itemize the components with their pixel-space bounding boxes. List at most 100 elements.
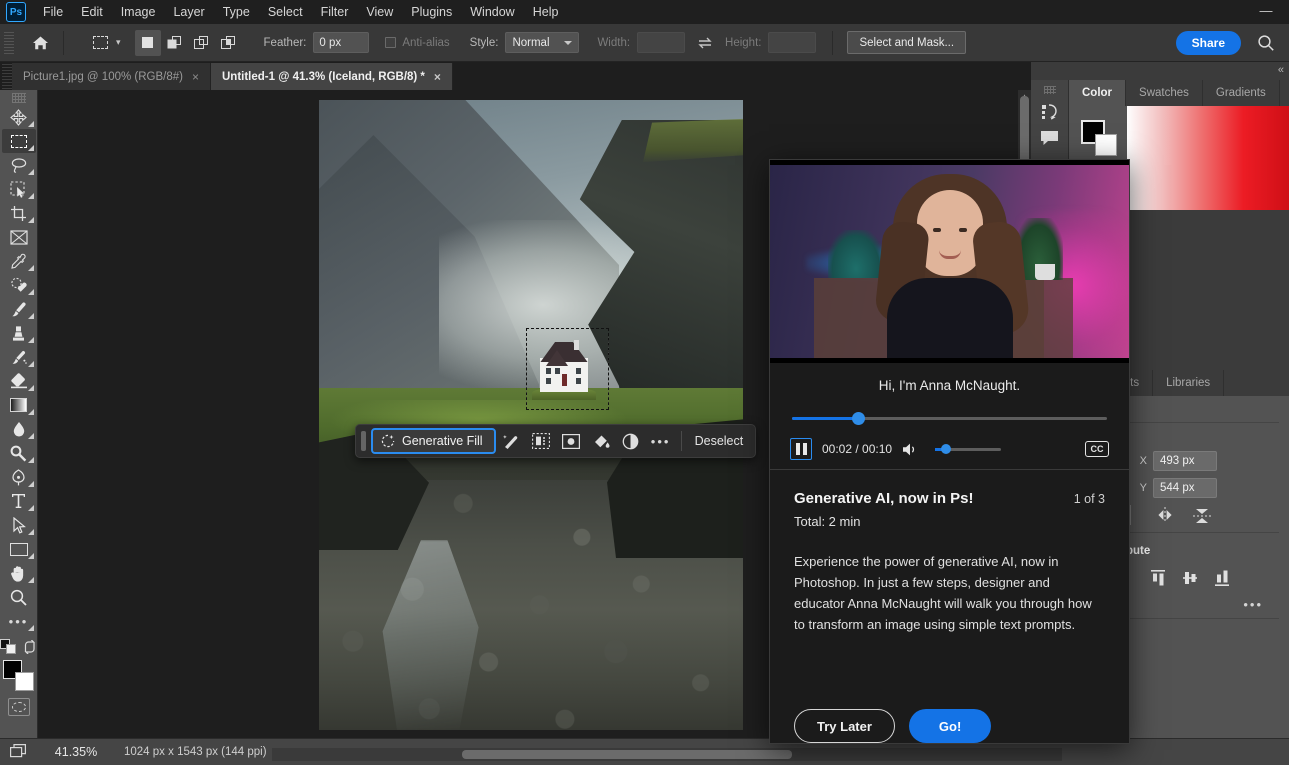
tab-swatches[interactable]: Swatches	[1126, 80, 1203, 106]
clone-stamp-tool[interactable]	[2, 321, 36, 345]
panel-background-swatch[interactable]	[1095, 134, 1117, 156]
rectangular-marquee-tool[interactable]	[2, 129, 36, 153]
scrollbar-thumb[interactable]	[462, 750, 792, 759]
collapse-panels-icon[interactable]: «	[1278, 64, 1283, 76]
pause-button[interactable]	[790, 438, 812, 460]
height-input[interactable]	[768, 32, 816, 53]
tool-preset-picker[interactable]: ▾	[88, 32, 121, 54]
progress-handle[interactable]	[852, 412, 865, 425]
tutorial-video-player[interactable]	[770, 160, 1129, 363]
document-canvas[interactable]	[319, 100, 743, 730]
menu-help[interactable]: Help	[524, 2, 568, 22]
fill-selection-icon[interactable]	[586, 428, 616, 454]
flip-vertical-icon[interactable]	[1193, 507, 1211, 524]
tools-panel-grip[interactable]	[12, 93, 26, 103]
deselect-button[interactable]: Deselect	[687, 434, 752, 448]
new-selection-button[interactable]	[135, 30, 161, 56]
swap-colors-icon[interactable]	[23, 640, 37, 654]
adjustment-layer-icon[interactable]	[616, 428, 646, 454]
search-icon[interactable]	[1257, 34, 1275, 52]
menu-file[interactable]: File	[34, 2, 72, 22]
zoom-level-field[interactable]: 41.35%	[34, 745, 118, 759]
spot-healing-brush-tool[interactable]	[2, 273, 36, 297]
closed-captions-button[interactable]: CC	[1085, 441, 1109, 457]
menu-view[interactable]: View	[357, 2, 402, 22]
pen-tool[interactable]	[2, 465, 36, 489]
rectangle-tool[interactable]	[2, 537, 36, 561]
flip-horizontal-icon[interactable]	[1155, 507, 1175, 523]
canvas-horizontal-scrollbar[interactable]	[272, 748, 1062, 761]
color-swatches[interactable]	[3, 660, 35, 692]
dodge-tool[interactable]	[2, 441, 36, 465]
eraser-tool[interactable]	[2, 369, 36, 393]
document-tab-picture1[interactable]: Picture1.jpg @ 100% (RGB/8#) ×	[12, 63, 211, 90]
select-and-mask-button[interactable]: Select and Mask...	[847, 31, 966, 54]
volume-slider[interactable]	[935, 448, 1001, 451]
quick-mask-icon[interactable]	[8, 698, 30, 716]
minimize-button[interactable]: —	[1253, 4, 1279, 20]
tab-libraries[interactable]: Libraries	[1153, 370, 1224, 396]
eyedropper-tool[interactable]	[2, 249, 36, 273]
go-button[interactable]: Go!	[909, 709, 991, 743]
add-to-selection-button[interactable]	[162, 30, 188, 56]
align-top-icon[interactable]	[1149, 569, 1167, 587]
background-color-swatch[interactable]	[15, 672, 34, 691]
share-button[interactable]: Share	[1176, 31, 1241, 55]
path-selection-tool[interactable]	[2, 513, 36, 537]
taskbar-more-options-icon[interactable]: •••	[646, 428, 676, 454]
history-brush-tool[interactable]	[2, 345, 36, 369]
select-subject-icon[interactable]	[496, 428, 526, 454]
chevron-down-icon[interactable]: ▾	[116, 37, 121, 48]
comments-icon[interactable]	[1040, 130, 1060, 147]
edit-toolbar-button[interactable]: •••	[2, 609, 36, 633]
align-center-vertical-icon[interactable]	[1181, 569, 1199, 587]
discover-tutorial-panel[interactable]: Hi, I'm Anna McNaught. 00:02 / 00:10 CC …	[769, 159, 1130, 744]
brush-tool[interactable]	[2, 297, 36, 321]
menu-layer[interactable]: Layer	[164, 2, 213, 22]
close-icon[interactable]: ×	[192, 70, 199, 84]
style-select[interactable]: Normal	[505, 32, 579, 53]
taskbar-drag-handle[interactable]	[361, 431, 366, 451]
intersect-selection-button[interactable]	[216, 30, 242, 56]
selection-marquee[interactable]	[526, 328, 609, 410]
swap-width-height-icon[interactable]	[697, 36, 713, 50]
transform-x-input[interactable]: 493 px	[1153, 451, 1217, 471]
gradient-tool[interactable]	[2, 393, 36, 417]
menu-select[interactable]: Select	[259, 2, 312, 22]
options-bar-grip[interactable]	[4, 32, 14, 54]
menu-window[interactable]: Window	[461, 2, 523, 22]
tab-color[interactable]: Color	[1069, 80, 1126, 106]
volume-handle[interactable]	[941, 444, 951, 454]
frame-tool[interactable]	[2, 225, 36, 249]
invert-selection-icon[interactable]	[556, 428, 586, 454]
home-icon[interactable]	[25, 29, 55, 57]
anti-alias-checkbox[interactable]	[385, 37, 396, 48]
panel-column-grip[interactable]	[1044, 86, 1056, 94]
menu-type[interactable]: Type	[214, 2, 259, 22]
document-tab-untitled-1[interactable]: Untitled-1 @ 41.3% (Iceland, RGB/8) * ×	[211, 63, 453, 90]
tab-patterns[interactable]: Patterns	[1280, 80, 1289, 106]
default-colors-icon[interactable]	[0, 639, 17, 655]
move-tool[interactable]	[2, 105, 36, 129]
select-and-mask-icon[interactable]	[526, 428, 556, 454]
crop-tool[interactable]	[2, 201, 36, 225]
generative-fill-button[interactable]: Generative Fill	[371, 428, 496, 454]
menu-filter[interactable]: Filter	[312, 2, 358, 22]
video-progress-bar[interactable]	[770, 407, 1129, 429]
transform-y-input[interactable]: 544 px	[1153, 478, 1217, 498]
lasso-tool[interactable]	[2, 153, 36, 177]
menu-plugins[interactable]: Plugins	[402, 2, 461, 22]
color-spectrum-ramp[interactable]	[1127, 106, 1289, 210]
subtract-from-selection-button[interactable]	[189, 30, 215, 56]
align-bottom-icon[interactable]	[1213, 569, 1231, 587]
feather-input[interactable]: 0 px	[313, 32, 369, 53]
menu-edit[interactable]: Edit	[72, 2, 112, 22]
type-tool[interactable]	[2, 489, 36, 513]
hand-tool[interactable]	[2, 561, 36, 585]
screen-mode-icon[interactable]	[4, 744, 34, 760]
try-later-button[interactable]: Try Later	[794, 709, 895, 743]
contextual-taskbar[interactable]: Generative Fill ••• Deselect	[355, 424, 756, 458]
history-icon[interactable]	[1040, 102, 1060, 122]
close-icon[interactable]: ×	[434, 70, 441, 84]
tab-bar-grip[interactable]	[2, 64, 12, 90]
